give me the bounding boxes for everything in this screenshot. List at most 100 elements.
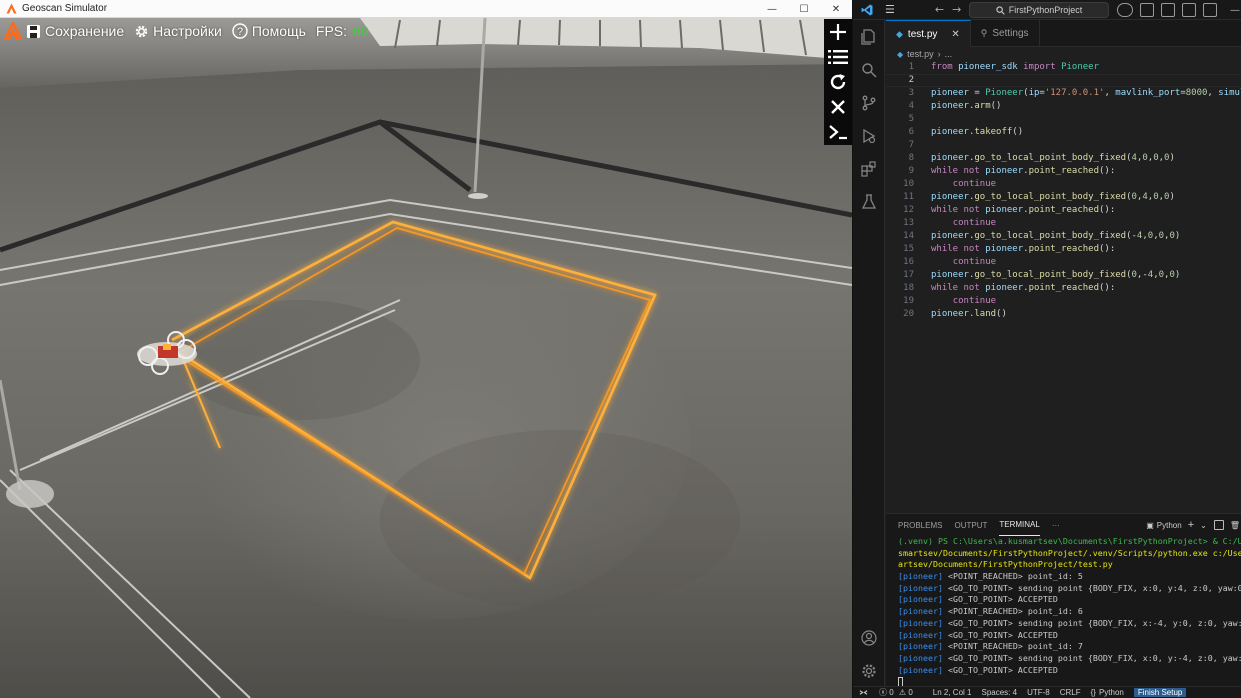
warning-icon: ⚠ <box>898 688 907 697</box>
error-icon: ⓧ <box>879 688 887 697</box>
split-terminal-icon[interactable] <box>1213 520 1224 530</box>
kill-terminal-icon[interactable]: 🗑 <box>1230 521 1240 530</box>
line-number: 16 <box>903 257 914 267</box>
manage-gear-icon[interactable] <box>853 656 885 686</box>
vscode-titlebar: ☰ ←→ FirstPythonProject — <box>853 0 1241 20</box>
save-menu-button[interactable]: Сохранение <box>26 23 124 39</box>
close-window-button[interactable]: ✕ <box>820 0 852 18</box>
close-tab-icon[interactable]: ✕ <box>951 29 959 40</box>
terminal-line-text: <GO_TO_POINT> ACCEPTED <box>942 664 1058 675</box>
finish-setup-button[interactable]: Finish Setup <box>1133 688 1187 697</box>
testing-icon[interactable] <box>853 185 885 218</box>
code-editor[interactable]: 1 from pioneer_sdk import Pioneer 2 3 pionee… <box>886 61 1241 513</box>
problems-status[interactable]: ⓧ 0 ⚠ 0 <box>879 687 913 698</box>
line-number: 17 <box>903 270 914 280</box>
toggle-secondary-sidebar-icon[interactable] <box>1182 3 1196 17</box>
console-button[interactable] <box>824 119 852 144</box>
terminal-line-text: <GO_TO_POINT> ACCEPTED <box>942 594 1058 605</box>
encoding-status[interactable]: UTF-8 <box>1027 688 1050 697</box>
new-terminal-icon[interactable]: + <box>1188 519 1194 531</box>
terminal-line-prefix: [pioneer] <box>898 629 943 640</box>
language-mode-status[interactable]: Python <box>1099 688 1124 697</box>
add-object-button[interactable] <box>824 19 852 44</box>
code-token: not <box>963 283 986 293</box>
terminal-line-prefix: [pioneer] <box>898 606 943 617</box>
breadcrumb-more[interactable]: ... <box>945 49 953 59</box>
simulator-3d-viewport[interactable] <box>0 18 852 698</box>
geoscan-logo-icon <box>4 2 18 16</box>
explorer-icon[interactable] <box>853 20 885 53</box>
code-token: ) <box>1174 270 1181 280</box>
help-menu-button[interactable]: ? Помощь <box>232 23 306 39</box>
remote-indicator-icon[interactable] <box>853 687 873 698</box>
terminal-line: (.venv) PS C:\Users\a.kusmartsev\Documen… <box>898 536 1241 548</box>
code-token: pioneer <box>931 270 969 280</box>
code-token: pioneer <box>931 127 969 137</box>
navigation-arrows-icon[interactable]: ←→ <box>935 3 969 16</box>
code-token: pioneer <box>931 309 969 319</box>
cursor-position[interactable]: Ln 2, Col 1 <box>933 688 972 697</box>
indentation-status[interactable]: Spaces: 4 <box>981 688 1017 697</box>
tab-output[interactable]: OUTPUT <box>954 514 987 536</box>
toggle-panel-icon[interactable] <box>1161 3 1175 17</box>
code-line: 5 <box>886 113 1241 126</box>
command-center-search[interactable]: FirstPythonProject <box>969 2 1109 18</box>
code-line: 16 continue <box>886 256 1241 269</box>
menu-icon[interactable]: ☰ <box>885 3 895 16</box>
copilot-icon[interactable] <box>1117 3 1133 17</box>
fps-label: FPS: <box>315 23 348 39</box>
toggle-sidebar-icon[interactable] <box>1140 3 1154 17</box>
object-list-button[interactable] <box>824 44 852 69</box>
tab-settings[interactable]: ⚲ Settings <box>971 20 1040 47</box>
run-debug-icon[interactable] <box>853 119 885 152</box>
tab-test-py[interactable]: ◆ test.py ✕ <box>886 20 971 47</box>
code-token: ,- <box>1136 270 1148 280</box>
line-number: 4 <box>908 101 914 111</box>
geoscan-menu-logo-icon[interactable] <box>0 18 26 44</box>
settings-menu-button[interactable]: Настройки <box>134 23 222 39</box>
code-token: (): <box>1099 205 1116 215</box>
line-number: 6 <box>908 127 914 137</box>
python-file-icon: ◆ <box>896 28 903 39</box>
terminal-line-prefix: [pioneer] <box>898 617 943 628</box>
code-token: arm <box>974 101 991 111</box>
line-number: 8 <box>908 153 914 163</box>
code-token: () <box>1012 127 1024 137</box>
breadcrumb-file[interactable]: test.py <box>907 49 934 59</box>
search-view-icon[interactable] <box>853 53 885 86</box>
close-scene-button[interactable] <box>824 94 852 119</box>
code-token: Pioneer <box>985 88 1024 98</box>
code-token: go_to_local_point_body_fixed <box>974 231 1127 241</box>
panel-more-icon[interactable]: ··· <box>1052 514 1060 536</box>
minimize-button[interactable]: — <box>1230 5 1240 16</box>
terminal-dropdown-icon[interactable]: ⌄ <box>1200 521 1207 530</box>
accounts-icon[interactable] <box>853 623 885 653</box>
terminal-line-text: <GO_TO_POINT> sending point {BODY_FIX, x… <box>942 582 1241 593</box>
terminal-output[interactable]: (.venv) PS C:\Users\a.kusmartsev\Documen… <box>898 536 1241 686</box>
extensions-icon[interactable] <box>853 152 885 185</box>
minimize-button[interactable]: — <box>756 0 788 18</box>
tab-label: Settings <box>992 28 1029 39</box>
reset-simulation-button[interactable] <box>824 69 852 94</box>
terminal-line: [pioneer] <POINT_REACHED> point_id: 5 <box>898 571 1241 583</box>
console-icon <box>829 124 847 139</box>
line-number: 5 <box>908 114 914 124</box>
terminal-line: [pioneer] <GO_TO_POINT> ACCEPTED <box>898 665 1241 677</box>
customize-layout-icon[interactable] <box>1203 3 1217 17</box>
code-line: 11 pioneer.go_to_local_point_body_fixed(0… <box>886 191 1241 204</box>
code-line: 14 pioneer.go_to_local_point_body_fixed(-… <box>886 230 1241 243</box>
terminal-line: [pioneer] <GO_TO_POINT> sending point {B… <box>898 583 1241 595</box>
fps-value: 60 <box>353 23 369 39</box>
tab-problems[interactable]: PROBLEMS <box>898 514 942 536</box>
eol-status[interactable]: CRLF <box>1060 688 1081 697</box>
code-token: = <box>974 88 986 98</box>
tab-terminal[interactable]: TERMINAL <box>999 514 1040 536</box>
terminal-cursor <box>898 677 903 686</box>
terminal-shell-label[interactable]: Python <box>1157 521 1182 530</box>
line-number: 10 <box>903 179 914 189</box>
terminal-line: [pioneer] <GO_TO_POINT> sending point {B… <box>898 618 1241 630</box>
source-control-icon[interactable] <box>853 86 885 119</box>
terminal-line: artsev/Documents/FirstPythonProject/test… <box>898 559 1241 571</box>
maximize-button[interactable]: ☐ <box>788 0 820 18</box>
line-number: 13 <box>903 218 914 228</box>
